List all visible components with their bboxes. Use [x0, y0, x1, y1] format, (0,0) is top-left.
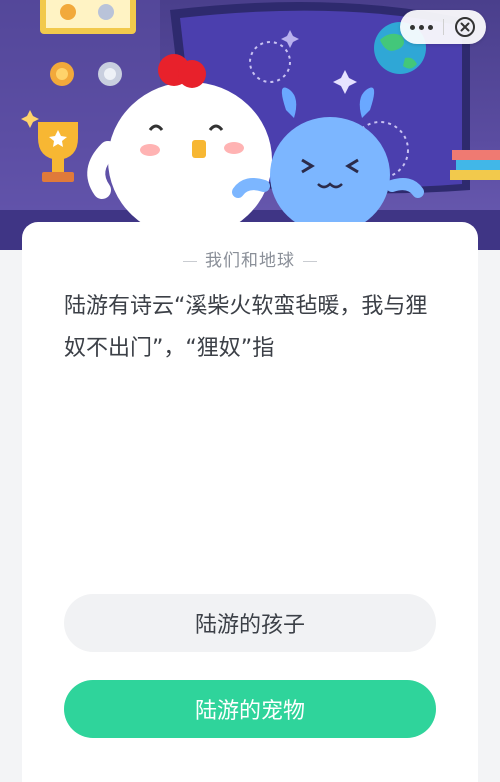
miniprogram-capsule	[400, 10, 486, 44]
more-dot	[410, 24, 415, 30]
category-label: 我们和地球	[205, 251, 295, 271]
answer-option-1[interactable]: 陆游的孩子	[64, 594, 436, 652]
trophy	[38, 122, 78, 182]
books	[450, 150, 500, 180]
more-dot	[419, 24, 424, 30]
title-dash-left	[183, 260, 197, 262]
close-icon-glyph	[455, 17, 475, 37]
category-title: 我们和地球	[22, 246, 478, 271]
close-icon[interactable]	[444, 10, 486, 44]
medal-frame	[40, 0, 136, 34]
answer-option-2[interactable]: 陆游的宠物	[64, 680, 436, 738]
more-dot	[428, 24, 433, 30]
title-dash-right	[303, 260, 317, 262]
question-text: 陆游有诗云“溪柴火软蛮毡暖，我与狸奴不出门”，“狸奴”指	[64, 294, 428, 361]
answer-option-label: 陆游的孩子	[194, 613, 305, 638]
question-card: 我们和地球 陆游有诗云“溪柴火软蛮毡暖，我与狸奴不出门”，“狸奴”指 陆游的孩子…	[22, 222, 478, 782]
more-icon[interactable]	[400, 10, 443, 44]
answer-option-label: 陆游的宠物	[194, 699, 305, 724]
